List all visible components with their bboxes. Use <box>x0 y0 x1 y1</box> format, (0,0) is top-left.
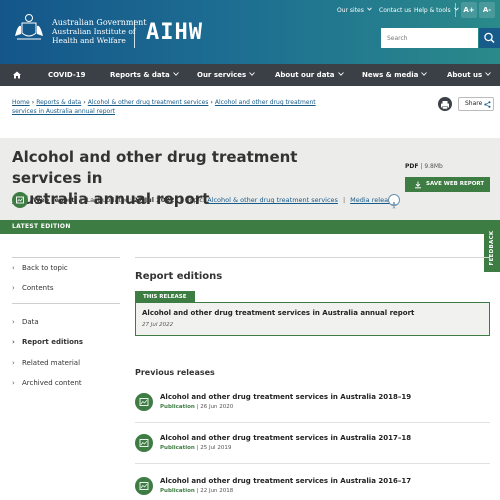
sidebar-divider <box>12 303 120 304</box>
nav-reports-data[interactable]: Reports & data <box>110 64 179 86</box>
save-web-report-button[interactable]: SAVE WEB REPORT <box>405 177 490 192</box>
sidebar-item-back-to-topic[interactable]: ‹ Back to topic <box>12 261 68 275</box>
this-release-date: 27 Jul 2022 <box>142 322 174 328</box>
latest-edition-band <box>0 220 500 234</box>
utility-separator <box>455 3 456 17</box>
chevron-right-icon: › <box>12 318 15 326</box>
this-release-card[interactable] <box>135 302 490 336</box>
aihw-logo[interactable]: AIHW <box>146 20 203 45</box>
report-editions-heading: Report editions <box>135 271 223 282</box>
chevron-right-icon: › <box>12 284 15 292</box>
report-icon <box>135 393 153 411</box>
coat-of-arms-icon <box>15 14 43 40</box>
sidebar-item-archived-content[interactable]: › Archived content <box>12 376 82 390</box>
our-sites-link[interactable]: Our sites <box>337 4 372 18</box>
previous-release-meta: Publication | 25 Jul 2019 <box>160 445 232 451</box>
feedback-tab[interactable]: FEEDBACK <box>484 224 500 272</box>
list-divider <box>135 422 490 423</box>
report-icon <box>135 434 153 452</box>
breadcrumb-topic[interactable]: Alcohol & other drug treatment services <box>88 99 209 106</box>
chevron-right-icon: › <box>12 359 15 367</box>
breadcrumb-separator: › <box>210 99 213 106</box>
pdf-info: PDF | 9.8Mb <box>405 163 443 170</box>
sidebar-item-data[interactable]: › Data <box>12 315 39 329</box>
list-item[interactable]: Alcohol and other drug treatment service… <box>135 393 490 429</box>
main-divider <box>135 257 490 258</box>
contact-us-link[interactable]: Contact us <box>379 4 411 18</box>
share-icon <box>484 101 491 108</box>
previous-release-title[interactable]: Alcohol and other drug treatment service… <box>160 477 411 485</box>
sidebar-item-related-material[interactable]: › Related material <box>12 356 80 370</box>
previous-release-title[interactable]: Alcohol and other drug treatment service… <box>160 393 411 401</box>
font-increase-button[interactable]: A+ <box>461 2 477 18</box>
search-button[interactable] <box>479 28 500 48</box>
print-button[interactable] <box>438 97 452 111</box>
chevron-down-icon <box>172 72 179 76</box>
nav-home[interactable] <box>12 64 24 86</box>
report-meta: Web report | Last updated: 27 Jul 2022 | Top… <box>33 196 396 204</box>
help-tools-link[interactable]: Help & tools <box>414 4 459 18</box>
chevron-right-icon: › <box>12 379 15 387</box>
site-header: Australian Government Australian Institu… <box>0 0 500 64</box>
breadcrumb: Home › Reports & data › Alcohol & other drug… <box>12 98 332 116</box>
chevron-down-icon <box>367 7 372 11</box>
previous-release-meta: Publication | 26 Jun 2020 <box>160 404 234 410</box>
accessibility-icon[interactable] <box>388 194 400 209</box>
previous-releases-heading: Previous releases <box>135 368 215 377</box>
home-icon <box>13 71 21 79</box>
chevron-down-icon <box>337 72 344 76</box>
nav-our-services[interactable]: Our services <box>197 64 256 86</box>
share-button[interactable]: Share <box>458 97 494 111</box>
nav-covid-19[interactable]: COVID-19 <box>48 64 86 86</box>
main-navigation: COVID-19 Reports & data Our services Abo… <box>0 64 500 86</box>
search-input[interactable] <box>381 28 478 48</box>
list-item[interactable]: Alcohol and other drug treatment service… <box>135 434 490 470</box>
chevron-down-icon <box>485 72 491 76</box>
chevron-right-icon: › <box>12 338 15 346</box>
breadcrumb-separator: › <box>83 99 86 106</box>
nav-news-media[interactable]: News & media <box>362 64 428 86</box>
download-icon <box>415 181 421 188</box>
header-divider <box>134 20 135 48</box>
this-release-title[interactable]: Alcohol and other drug treatment service… <box>142 309 414 317</box>
chevron-down-icon <box>421 72 428 76</box>
breadcrumb-reports-data[interactable]: Reports & data <box>36 99 81 106</box>
report-icon <box>12 192 28 208</box>
print-icon <box>441 101 449 110</box>
chevron-left-icon: ‹ <box>12 264 15 272</box>
topic-link[interactable]: Alcohol & other drug treatment services <box>207 196 338 204</box>
font-decrease-button[interactable]: A- <box>479 2 495 18</box>
this-release-tag: THIS RELEASE <box>135 291 195 303</box>
chevron-down-icon <box>249 72 256 76</box>
nav-about-our-data[interactable]: About our data <box>275 64 344 86</box>
report-icon <box>135 477 153 495</box>
search-icon <box>484 32 495 44</box>
sidebar-divider <box>12 257 120 258</box>
government-wordmark[interactable]: Australian Government Australian Institu… <box>52 18 147 45</box>
sidebar-item-contents[interactable]: › Contents <box>12 281 54 295</box>
breadcrumb-separator: › <box>31 99 35 106</box>
breadcrumb-home[interactable]: Home <box>12 99 30 106</box>
nav-about-us[interactable]: About us <box>447 64 491 86</box>
list-item[interactable]: Alcohol and other drug treatment service… <box>135 477 490 500</box>
sidebar-item-report-editions[interactable]: › Report editions <box>12 335 83 349</box>
previous-release-title[interactable]: Alcohol and other drug treatment service… <box>160 434 411 442</box>
list-divider <box>135 463 490 464</box>
latest-edition-label: LATEST EDITION <box>12 223 71 230</box>
previous-release-meta: Publication | 22 Jun 2018 <box>160 488 234 494</box>
